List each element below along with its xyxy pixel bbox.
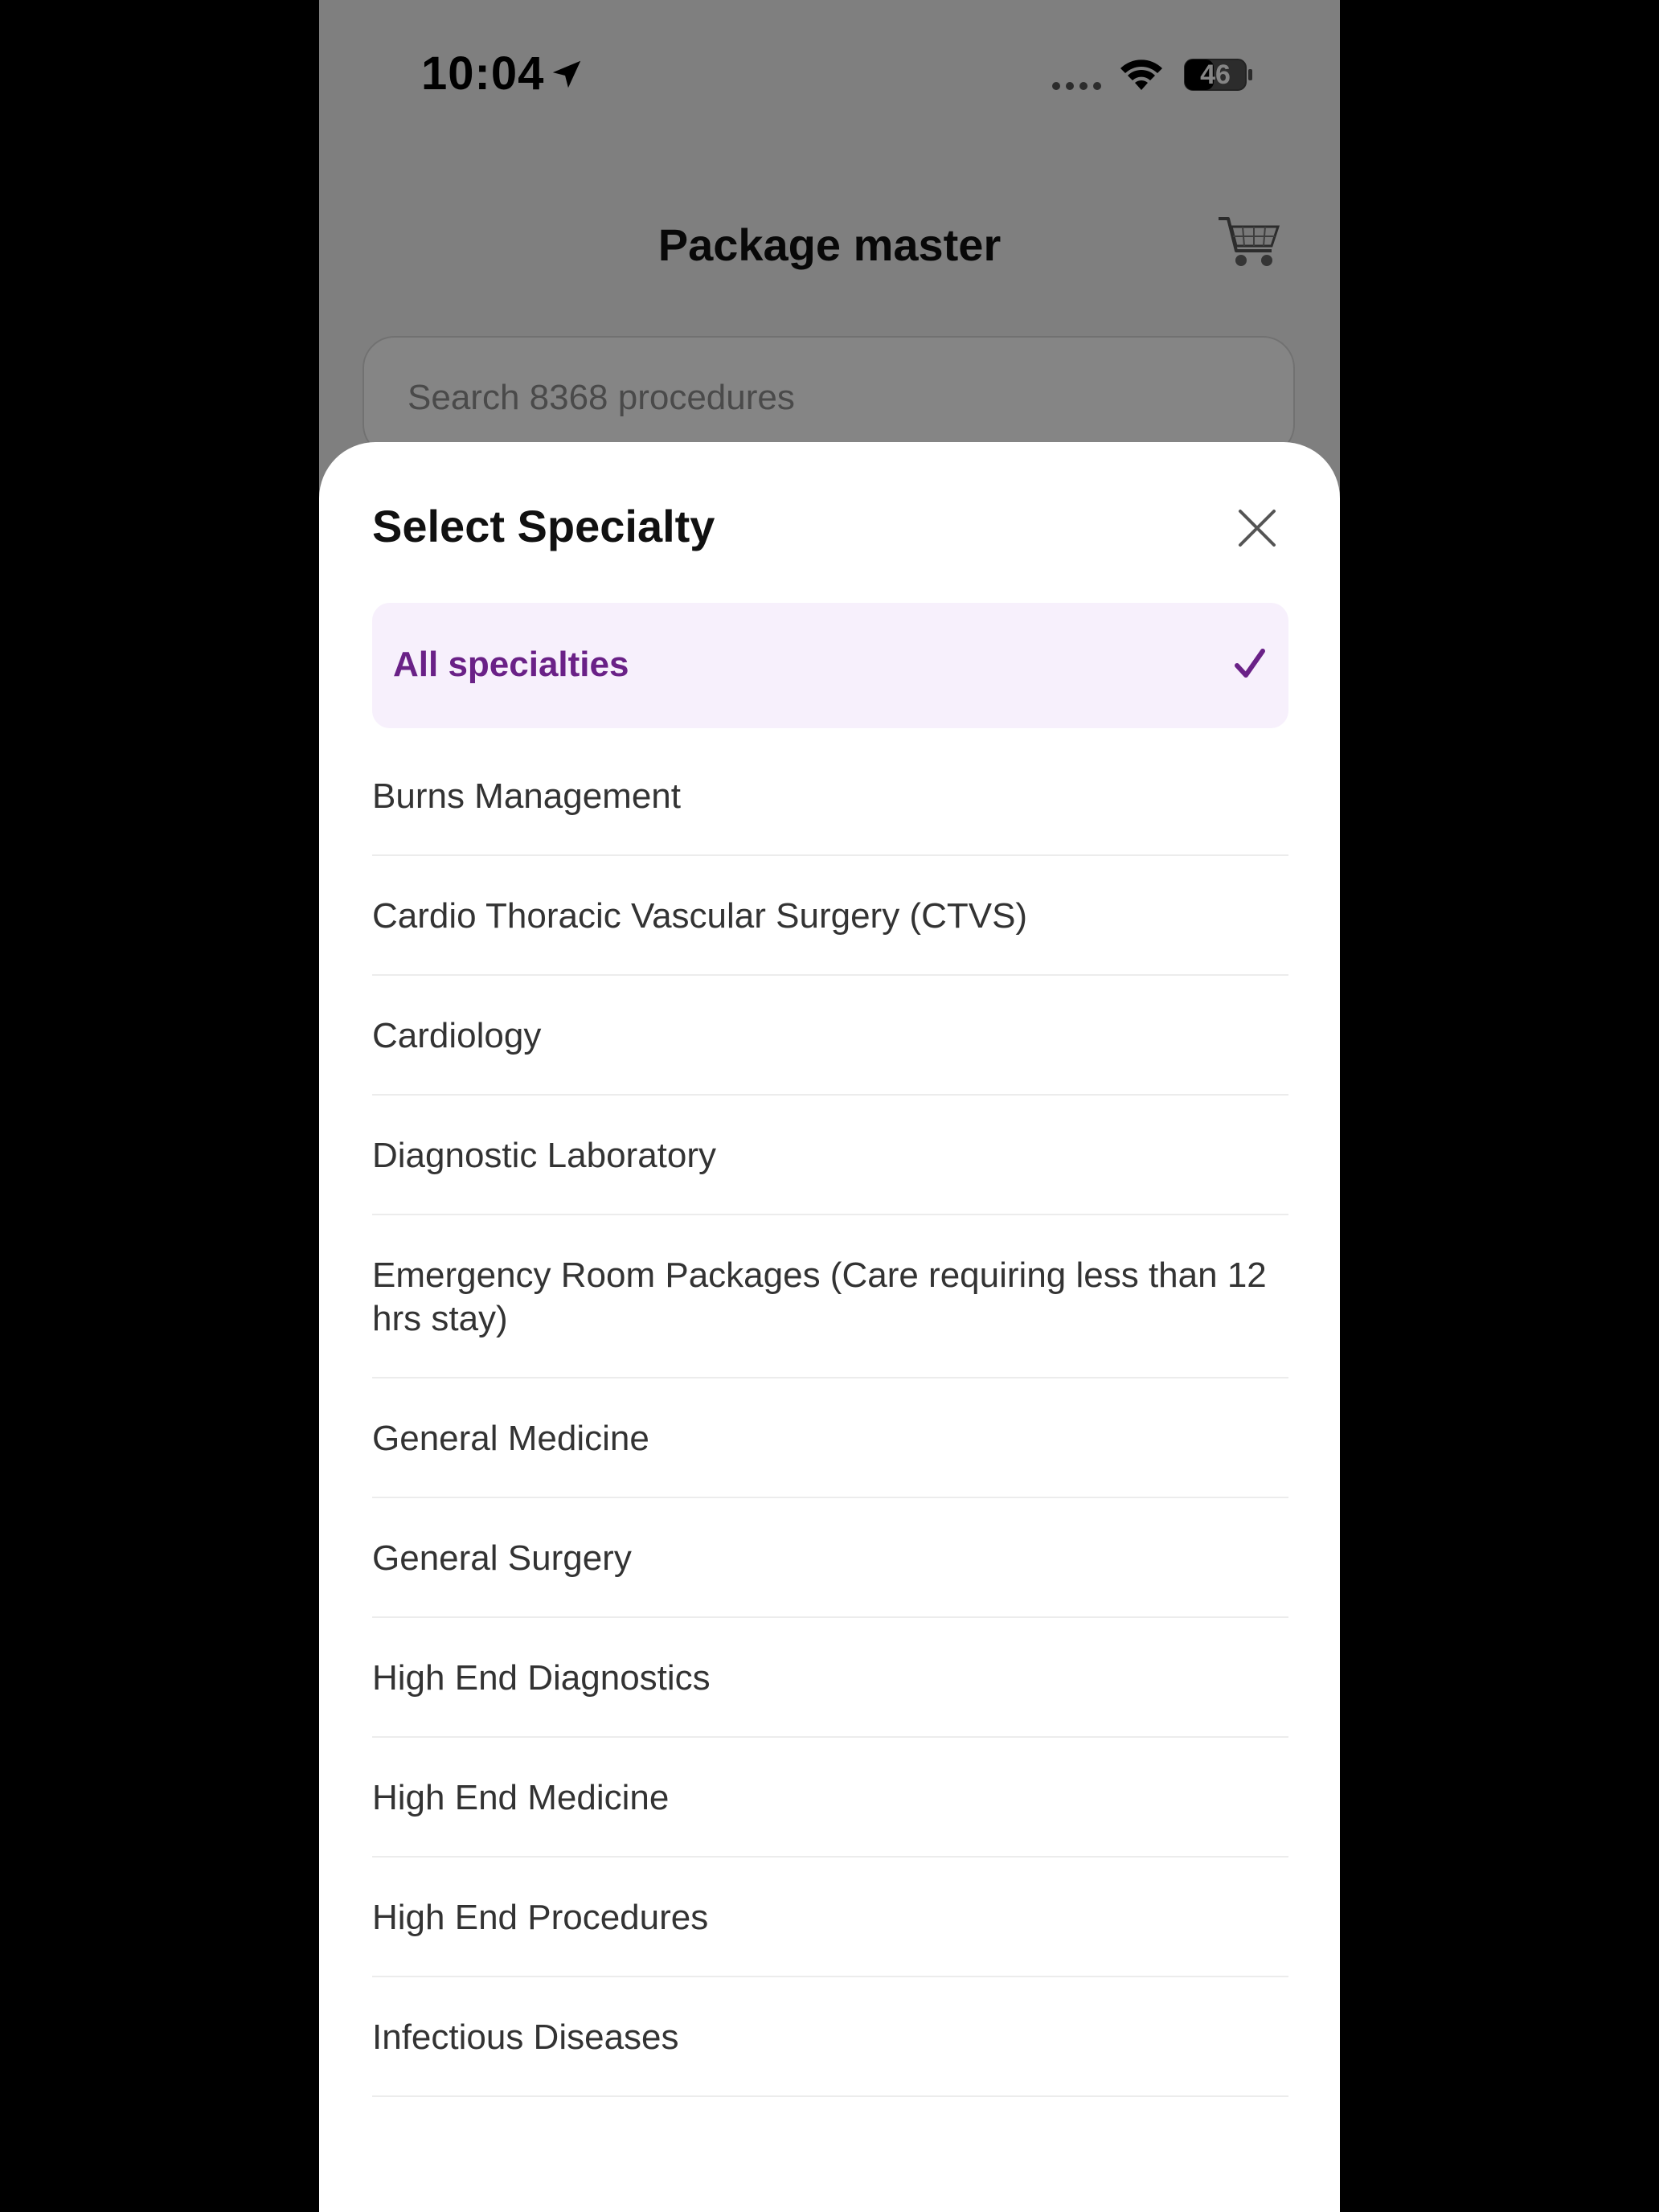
- option-label: High End Medicine: [372, 1778, 670, 1817]
- list-item[interactable]: High End Medicine: [372, 1738, 1288, 1858]
- list-item[interactable]: Burns Management: [372, 736, 1288, 856]
- option-label: General Surgery: [372, 1538, 632, 1578]
- list-item[interactable]: Cardiology: [372, 976, 1288, 1096]
- option-label: All specialties: [393, 645, 629, 684]
- list-item[interactable]: General Surgery: [372, 1498, 1288, 1618]
- list-item[interactable]: Diagnostic Laboratory: [372, 1096, 1288, 1215]
- option-label: Cardio Thoracic Vascular Surgery (CTVS): [372, 896, 1028, 936]
- option-label: High End Diagnostics: [372, 1658, 711, 1698]
- specialty-sheet: Select Specialty All specialties Burns M…: [319, 442, 1340, 2212]
- list-item[interactable]: Cardio Thoracic Vascular Surgery (CTVS): [372, 856, 1288, 976]
- list-item[interactable]: General Medicine: [372, 1378, 1288, 1498]
- option-label: General Medicine: [372, 1419, 649, 1458]
- checkmark-icon: [1235, 649, 1265, 678]
- option-label: Cardiology: [372, 1016, 542, 1055]
- option-label: Burns Management: [372, 776, 681, 816]
- sheet-title: Select Specialty: [372, 501, 715, 551]
- option-label: Diagnostic Laboratory: [372, 1136, 717, 1175]
- option-all-specialties[interactable]: All specialties: [372, 603, 1288, 728]
- specialty-list: All specialties Burns Management Cardio …: [372, 603, 1288, 2097]
- list-item[interactable]: Emergency Room Packages (Care requiring …: [372, 1215, 1288, 1378]
- option-label: Infectious Diseases: [372, 2017, 679, 2057]
- list-item[interactable]: High End Procedures: [372, 1858, 1288, 1977]
- phone-screen: 10:04 46 Package master Search 8368 proc…: [319, 0, 1340, 2212]
- list-item[interactable]: Infectious Diseases: [372, 1977, 1288, 2097]
- option-label: Emergency Room Packages (Care requiring …: [372, 1256, 1267, 1338]
- list-item[interactable]: High End Diagnostics: [372, 1618, 1288, 1738]
- option-label: High End Procedures: [372, 1898, 709, 1937]
- close-icon[interactable]: [1235, 506, 1279, 550]
